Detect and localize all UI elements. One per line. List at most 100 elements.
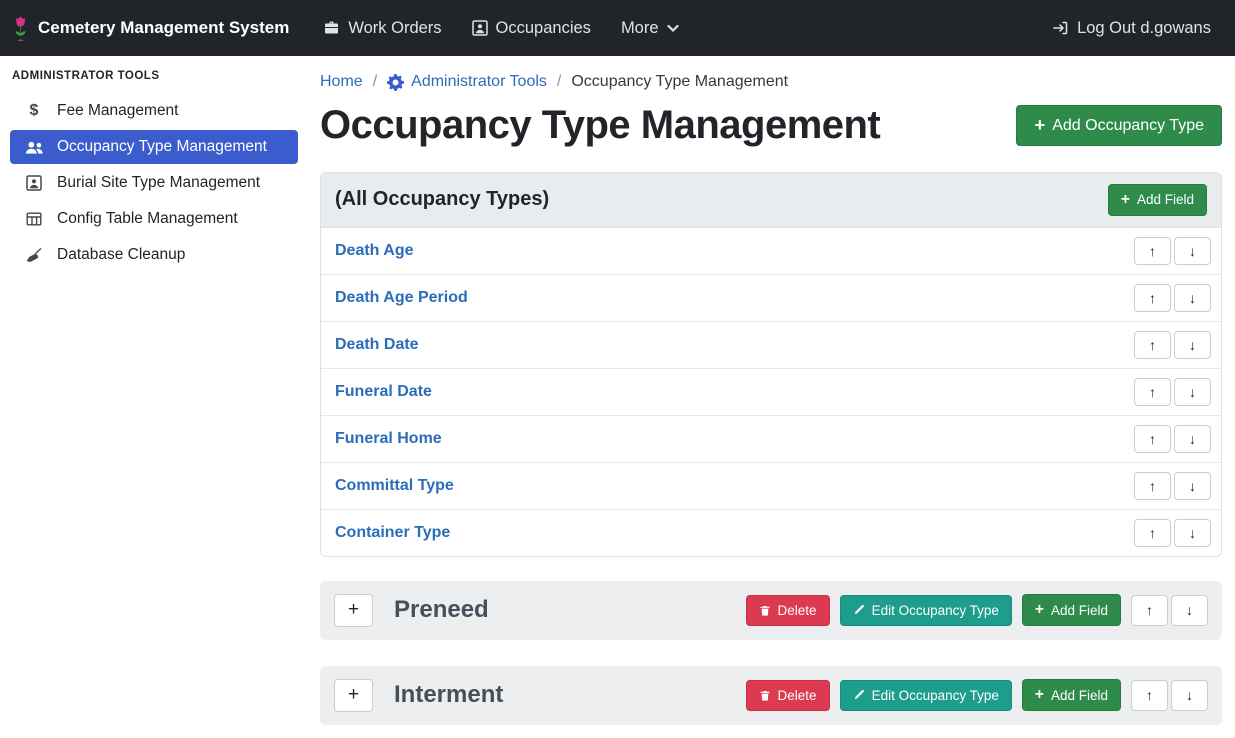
edit-occupancy-type-button[interactable]: Edit Occupancy Type: [840, 680, 1012, 711]
field-row: Funeral Date ↑ ↓: [321, 368, 1221, 415]
delete-button[interactable]: Delete: [746, 595, 830, 626]
app-title: Cemetery Management System: [38, 18, 289, 38]
breadcrumb-home[interactable]: Home: [320, 73, 363, 91]
field-link[interactable]: Death Date: [335, 336, 419, 354]
move-down-button[interactable]: ↓: [1171, 595, 1208, 626]
add-field-button[interactable]: + Add Field: [1022, 679, 1121, 711]
move-down-button[interactable]: ↓: [1174, 378, 1211, 406]
arrow-down-icon: ↓: [1186, 687, 1193, 703]
move-up-button[interactable]: ↑: [1131, 595, 1168, 626]
breadcrumb-separator: /: [373, 73, 377, 91]
move-up-button[interactable]: ↑: [1134, 425, 1171, 453]
occupancy-type-name: Preneed: [394, 596, 489, 624]
arrow-up-icon: ↑: [1149, 243, 1156, 259]
delete-button[interactable]: Delete: [746, 680, 830, 711]
field-link[interactable]: Committal Type: [335, 477, 454, 495]
field-link[interactable]: Funeral Date: [335, 383, 432, 401]
arrow-up-icon: ↑: [1149, 478, 1156, 494]
broom-icon: [24, 247, 44, 263]
app-brand[interactable]: Cemetery Management System: [12, 15, 289, 42]
move-down-button[interactable]: ↓: [1174, 284, 1211, 312]
move-down-button[interactable]: ↓: [1174, 331, 1211, 359]
field-row: Committal Type ↑ ↓: [321, 462, 1221, 509]
logout-label: Log Out d.gowans: [1077, 19, 1211, 38]
pencil-icon: [853, 604, 865, 616]
arrow-up-icon: ↑: [1149, 525, 1156, 541]
move-down-button[interactable]: ↓: [1174, 237, 1211, 265]
nav-work-orders[interactable]: Work Orders: [323, 19, 441, 38]
field-link[interactable]: Death Age: [335, 242, 414, 260]
plus-icon: +: [1034, 116, 1045, 134]
card-header: (All Occupancy Types) + Add Field: [321, 173, 1221, 228]
occupancy-type-section-interment: + Interment Delete: [320, 666, 1222, 725]
sidebar: Administrator Tools $ Fee Management Occ…: [0, 56, 308, 738]
card-title: (All Occupancy Types): [335, 188, 549, 211]
move-up-button[interactable]: ↑: [1134, 472, 1171, 500]
expand-button[interactable]: +: [334, 679, 373, 712]
sidebar-item-occupancy-type-management[interactable]: Occupancy Type Management: [10, 130, 298, 164]
sidebar-item-burial-site-type-management[interactable]: Burial Site Type Management: [10, 166, 298, 200]
arrow-up-icon: ↑: [1149, 290, 1156, 306]
arrow-up-icon: ↑: [1149, 384, 1156, 400]
section-actions: Delete Edit Occupancy Type + Add Field ↑: [746, 594, 1208, 626]
move-up-button[interactable]: ↑: [1134, 331, 1171, 359]
logout-icon: [1052, 20, 1069, 36]
field-row: Death Age Period ↑ ↓: [321, 274, 1221, 321]
pencil-icon: [853, 689, 865, 701]
field-link[interactable]: Container Type: [335, 524, 450, 542]
sidebar-item-fee-management[interactable]: $ Fee Management: [10, 94, 298, 128]
work-orders-icon: [323, 20, 340, 36]
move-up-button[interactable]: ↑: [1134, 519, 1171, 547]
plus-icon: +: [348, 599, 359, 621]
reorder-controls: ↑ ↓: [1134, 472, 1211, 500]
arrow-up-icon: ↑: [1149, 431, 1156, 447]
add-field-button[interactable]: + Add Field: [1108, 184, 1207, 216]
move-down-button[interactable]: ↓: [1174, 425, 1211, 453]
sidebar-item-label: Database Cleanup: [57, 246, 185, 264]
move-down-button[interactable]: ↓: [1171, 680, 1208, 711]
sidebar-nav: $ Fee Management Occupancy Type Manageme…: [0, 94, 308, 272]
sidebar-item-label: Fee Management: [57, 102, 179, 120]
nav-occupancies[interactable]: Occupancies: [472, 19, 591, 38]
add-occupancy-type-label: Add Occupancy Type: [1052, 117, 1204, 135]
expand-button[interactable]: +: [334, 594, 373, 627]
add-occupancy-type-button[interactable]: + Add Occupancy Type: [1016, 105, 1222, 145]
sidebar-item-database-cleanup[interactable]: Database Cleanup: [10, 238, 298, 272]
move-down-button[interactable]: ↓: [1174, 519, 1211, 547]
arrow-down-icon: ↓: [1186, 602, 1193, 618]
sidebar-item-config-table-management[interactable]: Config Table Management: [10, 202, 298, 236]
move-up-button[interactable]: ↑: [1131, 680, 1168, 711]
move-down-button[interactable]: ↓: [1174, 472, 1211, 500]
edit-occupancy-type-label: Edit Occupancy Type: [872, 603, 999, 618]
sidebar-item-label: Occupancy Type Management: [57, 138, 267, 156]
main-content: Home / Administrator Tools / Occupancy T…: [308, 56, 1235, 738]
breadcrumb-admin-tools-label: Administrator Tools: [411, 73, 547, 91]
arrow-down-icon: ↓: [1189, 478, 1196, 494]
reorder-controls: ↑ ↓: [1134, 425, 1211, 453]
trash-icon: [759, 689, 771, 702]
logout-link[interactable]: Log Out d.gowans: [1052, 19, 1211, 38]
move-up-button[interactable]: ↑: [1134, 378, 1171, 406]
breadcrumb: Home / Administrator Tools / Occupancy T…: [320, 73, 1222, 91]
move-up-button[interactable]: ↑: [1134, 237, 1171, 265]
occupancies-icon: [472, 20, 488, 36]
reorder-controls: ↑ ↓: [1134, 519, 1211, 547]
breadcrumb-admin-tools[interactable]: Administrator Tools: [387, 73, 547, 91]
table-icon: [24, 211, 44, 227]
add-field-label: Add Field: [1051, 603, 1108, 618]
plus-icon: +: [1121, 192, 1130, 208]
field-link[interactable]: Death Age Period: [335, 289, 468, 307]
trash-icon: [759, 604, 771, 617]
add-field-button[interactable]: + Add Field: [1022, 594, 1121, 626]
reorder-controls: ↑ ↓: [1131, 680, 1208, 711]
field-row: Death Date ↑ ↓: [321, 321, 1221, 368]
nav-work-orders-label: Work Orders: [348, 19, 441, 38]
nav-more[interactable]: More: [621, 19, 679, 38]
add-field-label: Add Field: [1137, 192, 1194, 207]
nav-more-label: More: [621, 19, 659, 38]
edit-occupancy-type-button[interactable]: Edit Occupancy Type: [840, 595, 1012, 626]
field-link[interactable]: Funeral Home: [335, 430, 442, 448]
section-actions: Delete Edit Occupancy Type + Add Field ↑: [746, 679, 1208, 711]
arrow-down-icon: ↓: [1189, 431, 1196, 447]
move-up-button[interactable]: ↑: [1134, 284, 1171, 312]
